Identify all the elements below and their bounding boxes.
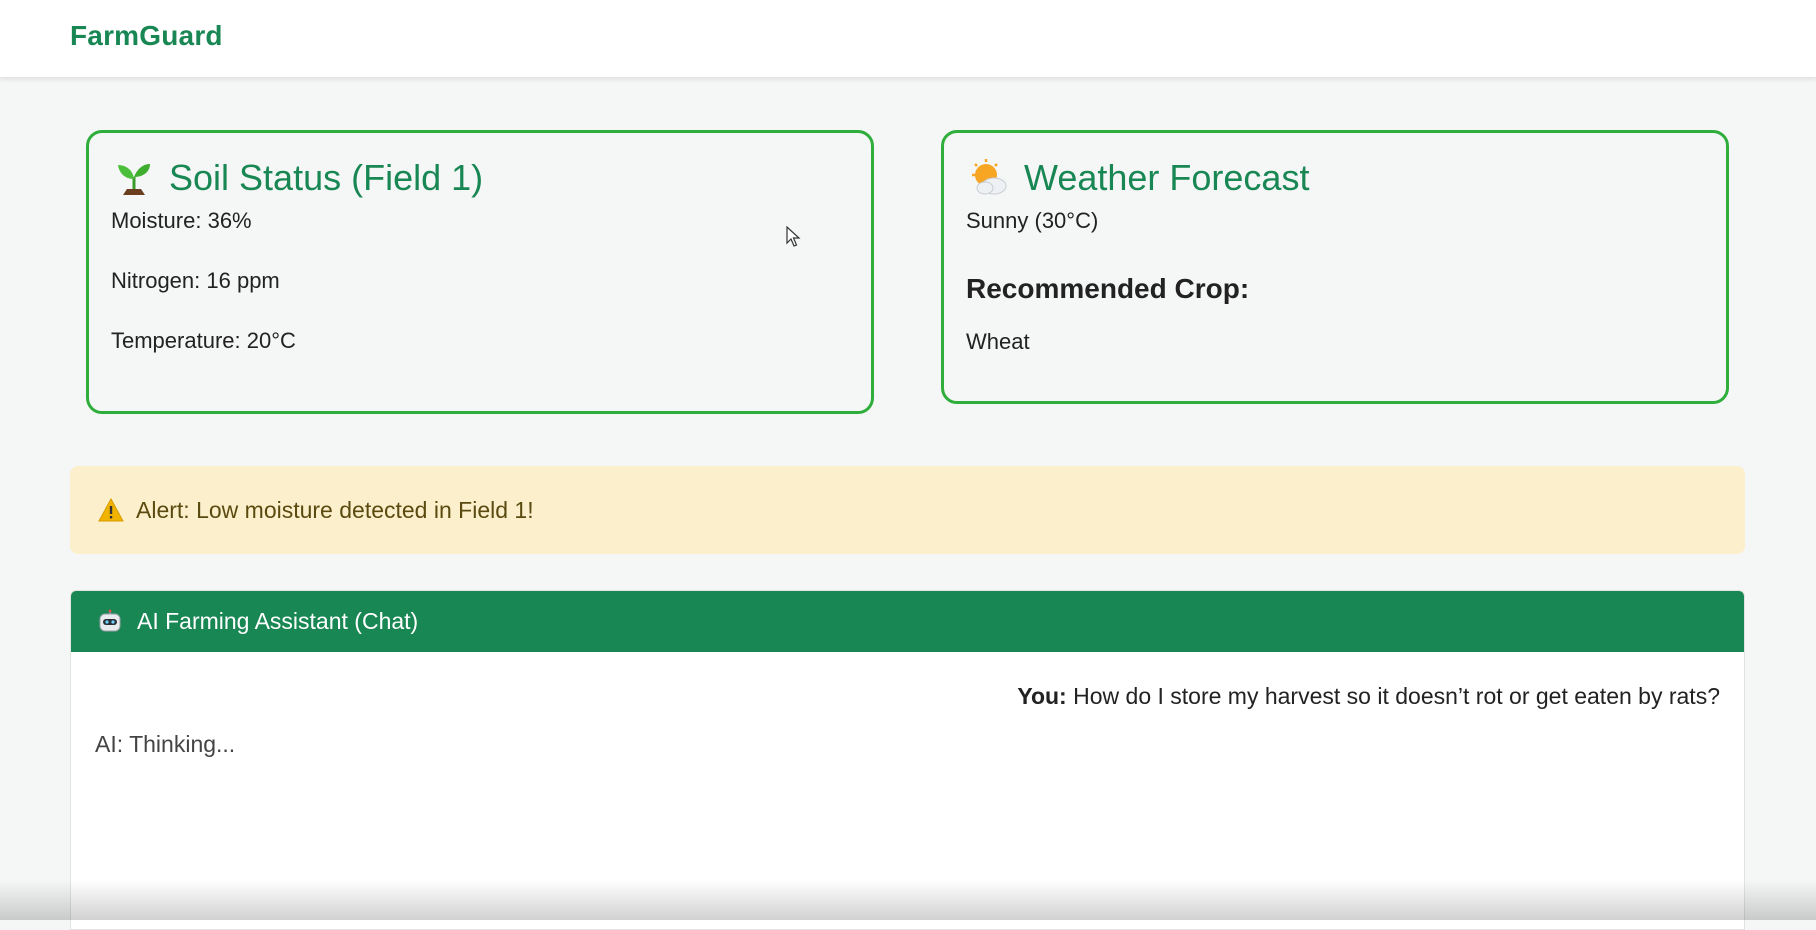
weather-card-title: Weather Forecast [970, 157, 1309, 199]
seedling-icon [115, 159, 153, 197]
recommended-crop-heading: Recommended Crop: [966, 273, 1250, 304]
soil-temperature: Temperature: 20°C [111, 328, 296, 353]
soil-nitrogen: Nitrogen: 16 ppm [111, 268, 280, 293]
robot-icon [97, 609, 123, 635]
soil-card-title-text: Soil Status (Field 1) [169, 157, 484, 198]
weather-condition: Sunny (30°C) [966, 208, 1099, 233]
low-moisture-alert: Alert: Low moisture detected in Field 1! [70, 466, 1745, 554]
weather-card-title-text: Weather Forecast [1024, 157, 1310, 198]
recommended-crop-value: Wheat [966, 329, 1030, 354]
mouse-cursor-icon [786, 226, 801, 247]
chat-title: AI Farming Assistant (Chat) [137, 608, 419, 634]
chat-sender-label: You: [1017, 683, 1067, 709]
chat-message-user: You: How do I store my harvest so it doe… [1017, 683, 1720, 710]
ai-chat-panel: AI Farming Assistant (Chat) You: How do … [70, 590, 1745, 930]
soil-status-card: Soil Status (Field 1) Moisture: 36% Nitr… [86, 130, 874, 414]
sun-behind-cloud-icon [970, 159, 1008, 197]
soil-card-title: Soil Status (Field 1) [115, 157, 483, 199]
alert-text: Alert: Low moisture detected in Field 1! [136, 496, 534, 523]
brand-logo[interactable]: FarmGuard [70, 20, 223, 52]
chat-message-ai: AI: Thinking... [95, 731, 236, 757]
warning-icon [98, 497, 124, 522]
weather-forecast-card: Weather Forecast Sunny (30°C) Recommende… [941, 130, 1729, 404]
chat-header: AI Farming Assistant (Chat) [71, 591, 1744, 652]
chat-message-text: How do I store my harvest so it doesn’t … [1066, 683, 1720, 709]
top-navbar: FarmGuard [0, 0, 1816, 78]
soil-moisture: Moisture: 36% [111, 208, 252, 233]
